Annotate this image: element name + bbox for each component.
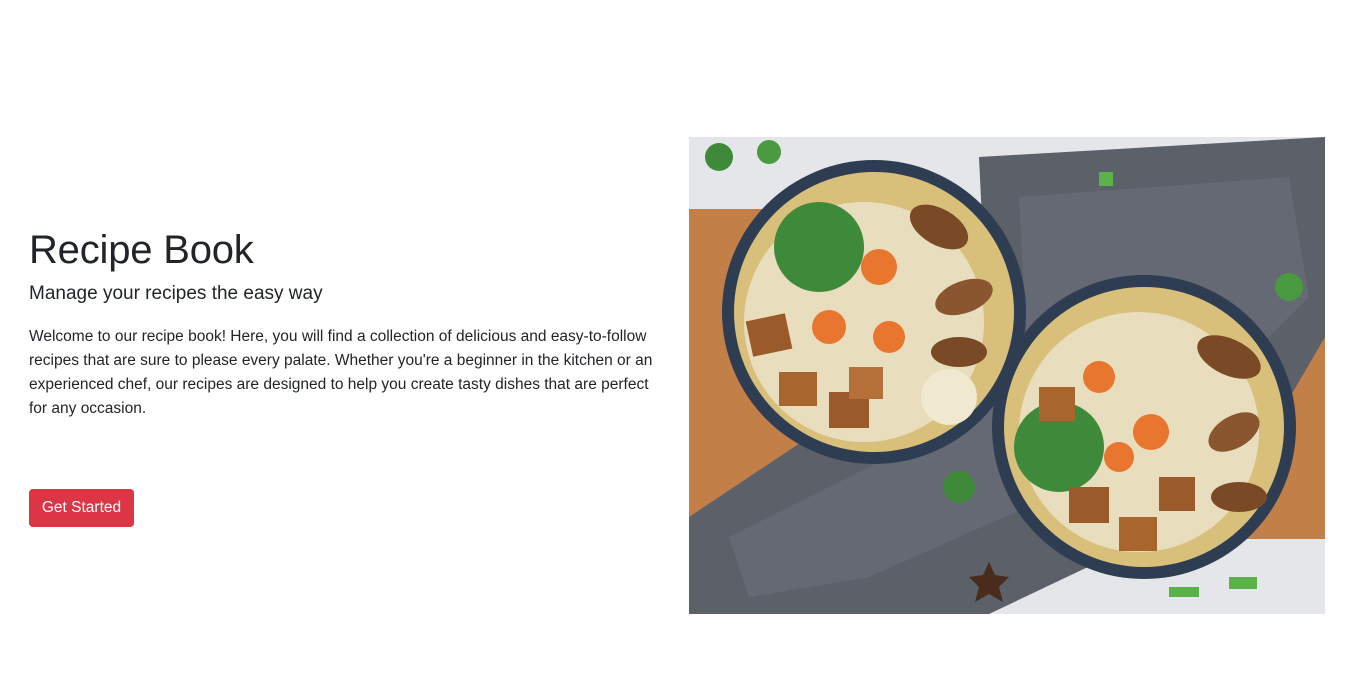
food-photo-illustration bbox=[689, 137, 1325, 614]
get-started-button[interactable]: Get Started bbox=[29, 489, 134, 527]
hero-food-image bbox=[689, 137, 1325, 614]
page-title: Recipe Book bbox=[29, 228, 254, 272]
hero-description: Welcome to our recipe book! Here, you wi… bbox=[29, 328, 653, 417]
page-subtitle: Manage your recipes the easy way bbox=[29, 283, 323, 304]
hero-text: Recipe Book Manage your recipes the easy… bbox=[29, 226, 659, 421]
hero-section: Recipe Book Manage your recipes the easy… bbox=[0, 0, 1359, 697]
